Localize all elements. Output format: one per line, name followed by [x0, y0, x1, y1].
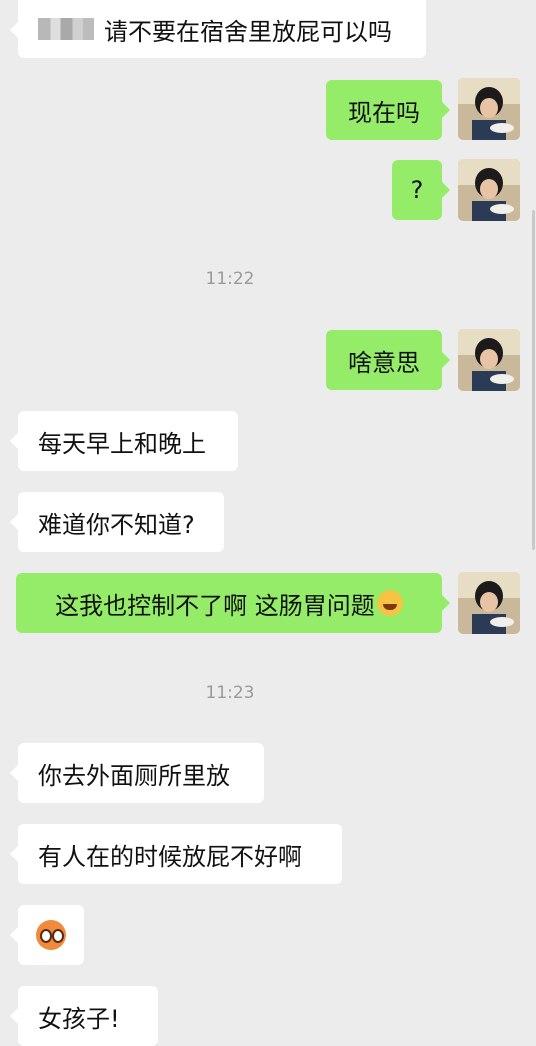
incoming-message[interactable]: 有人在的时候放屁不好啊: [10, 824, 342, 884]
message-text: 啥意思: [348, 348, 420, 377]
incoming-message[interactable]: 你去外面厕所里放: [10, 743, 264, 803]
outgoing-message[interactable]: 啥意思: [326, 330, 450, 390]
outgoing-message[interactable]: 现在吗: [326, 80, 450, 140]
message-text: 每天早上和晚上: [38, 429, 206, 458]
avatar[interactable]: [458, 329, 520, 391]
outgoing-message[interactable]: 这我也控制不了啊 这肠胃问题: [16, 573, 450, 633]
flushed-face-icon: [36, 920, 66, 950]
blurred-sender-name: [38, 18, 94, 40]
scrollbar[interactable]: [532, 210, 535, 550]
user-avatar-image: [458, 159, 520, 221]
avatar[interactable]: [458, 78, 520, 140]
message-text: 现在吗: [348, 98, 420, 127]
message-text: 你去外面厕所里放: [38, 761, 230, 790]
user-avatar-image: [458, 78, 520, 140]
user-avatar-image: [458, 572, 520, 634]
incoming-message[interactable]: 女孩子!: [10, 986, 158, 1046]
avatar[interactable]: [458, 159, 520, 221]
incoming-message[interactable]: 每天早上和晚上: [10, 411, 238, 471]
message-text: 难道你不知道?: [38, 510, 195, 539]
timestamp: 11:23: [205, 683, 255, 703]
incoming-message[interactable]: 请不要在宿舍里放屁可以吗: [10, 0, 426, 58]
laughing-tears-icon: [376, 590, 403, 616]
message-text: 女孩子!: [38, 1004, 120, 1033]
message-text: 请不要在宿舍里放屁可以吗: [104, 17, 392, 46]
user-avatar-image: [458, 329, 520, 391]
avatar[interactable]: [458, 572, 520, 634]
incoming-message[interactable]: [10, 905, 84, 965]
message-text: 有人在的时候放屁不好啊: [38, 842, 302, 871]
message-text: ?: [410, 176, 424, 204]
outgoing-message[interactable]: ?: [392, 160, 450, 220]
timestamp: 11:22: [205, 269, 255, 289]
message-text: 这我也控制不了啊 这肠胃问题: [55, 591, 375, 620]
incoming-message[interactable]: 难道你不知道?: [10, 492, 224, 552]
